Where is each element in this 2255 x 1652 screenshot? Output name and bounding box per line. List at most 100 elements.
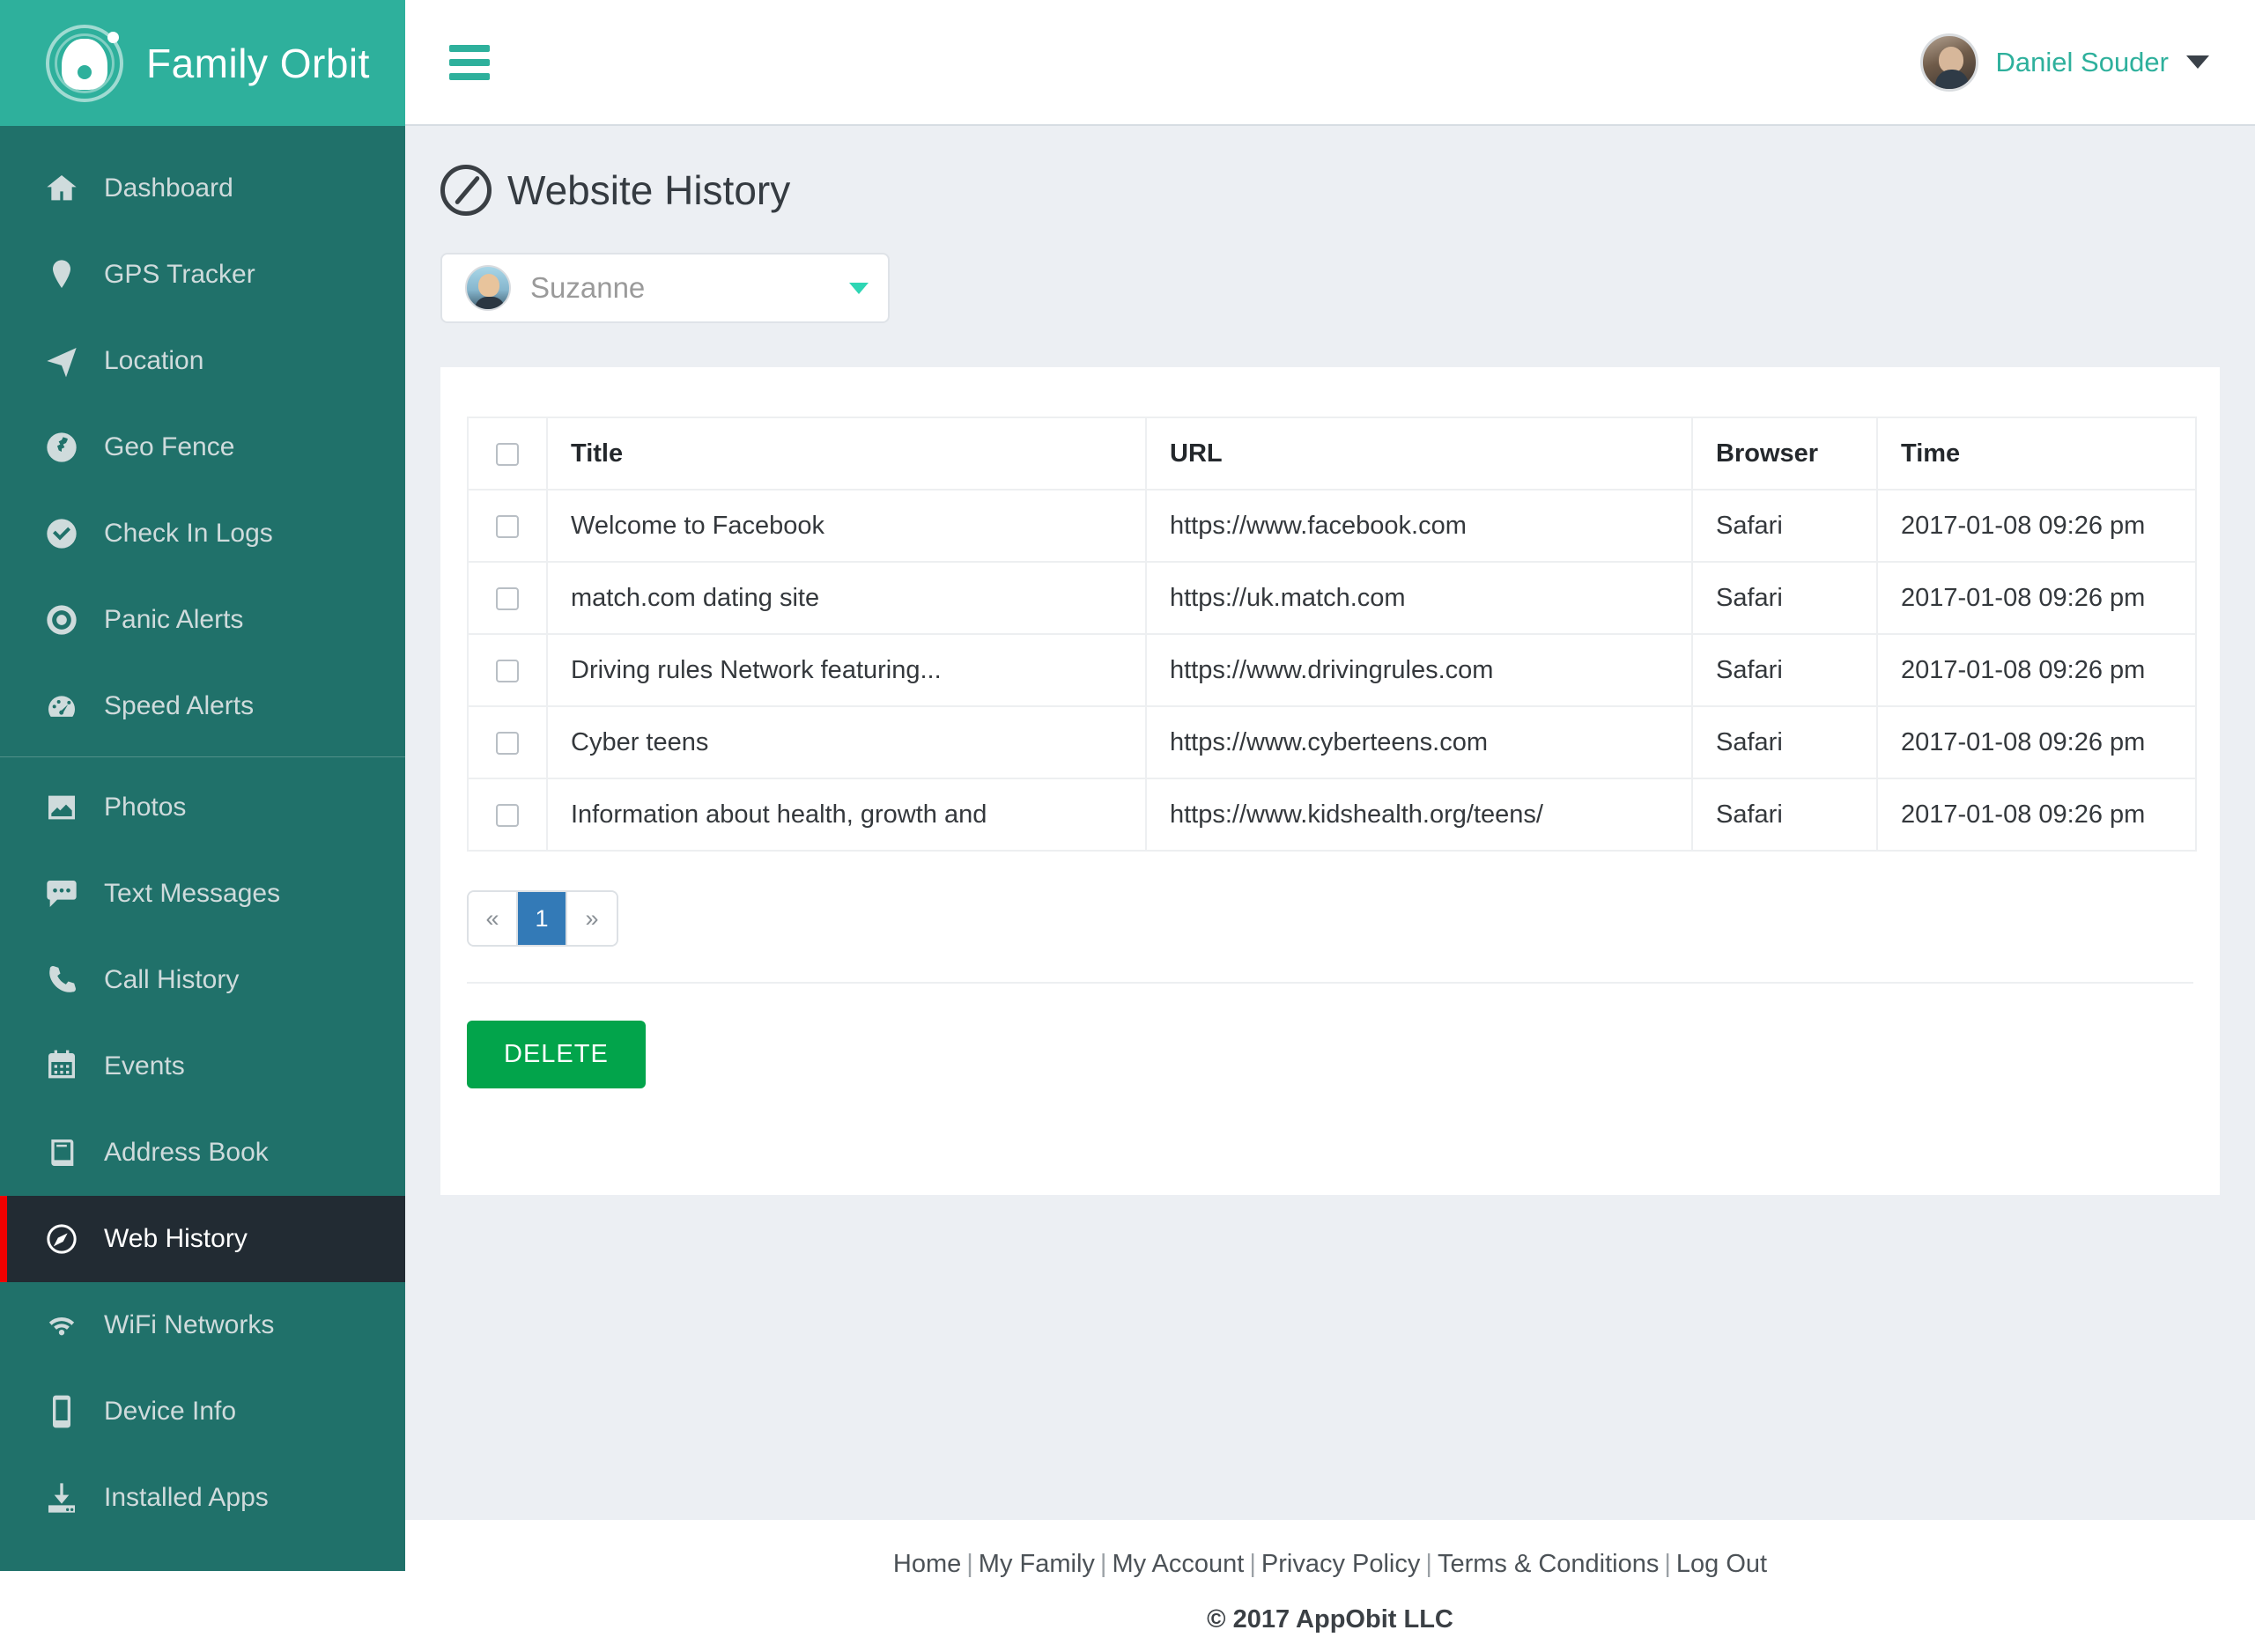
column-header-title[interactable]: Title xyxy=(546,417,1147,490)
wifi-icon xyxy=(42,1308,81,1343)
calendar-icon xyxy=(42,1049,81,1084)
row-checkbox-cell[interactable] xyxy=(467,633,548,707)
sidebar-item-label: Dashboard xyxy=(104,173,233,203)
sidebar-item-label: Events xyxy=(104,1051,185,1080)
footer-link-privacy-policy[interactable]: Privacy Policy xyxy=(1261,1550,1421,1578)
checkbox-unchecked-icon[interactable] xyxy=(496,803,519,827)
pagination-prev[interactable]: « xyxy=(469,892,518,945)
sidebar-item-location[interactable]: Location xyxy=(0,318,405,404)
sidebar-item-installed-apps[interactable]: Installed Apps xyxy=(0,1455,405,1541)
sidebar-item-label: Address Book xyxy=(104,1138,269,1167)
sidebar-item-gps-tracker[interactable]: GPS Tracker xyxy=(0,232,405,318)
hamburger-menu-icon[interactable] xyxy=(449,38,490,87)
sidebar-item-label: Speed Alerts xyxy=(104,691,255,720)
page-title: Website History xyxy=(507,167,791,213)
sidebar-item-panic-alerts[interactable]: Panic Alerts xyxy=(0,577,405,663)
select-all-header[interactable] xyxy=(467,417,548,490)
cell-browser: Safari xyxy=(1691,705,1878,779)
life-ring-icon xyxy=(42,602,81,638)
cell-browser: Safari xyxy=(1691,489,1878,563)
sidebar-item-label: Device Info xyxy=(104,1397,237,1426)
sidebar-item-call-history[interactable]: Call History xyxy=(0,937,405,1023)
cell-time: 2017-01-08 09:26 pm xyxy=(1876,778,2197,852)
sidebar-footer-spacer xyxy=(0,1571,405,1652)
checkbox-unchecked-icon[interactable] xyxy=(496,514,519,538)
child-selector-dropdown[interactable]: Suzanne xyxy=(440,253,890,323)
sidebar-item-label: Location xyxy=(104,346,204,375)
sidebar-item-wifi-networks[interactable]: WiFi Networks xyxy=(0,1282,405,1368)
card-divider xyxy=(467,982,2193,984)
page-footer: Home | My Family | My Account | Privacy Policy… xyxy=(405,1520,2255,1652)
footer-link-my-account[interactable]: My Account xyxy=(1112,1550,1244,1578)
sidebar-item-check-in-logs[interactable]: Check In Logs xyxy=(0,490,405,577)
user-name-label: Daniel Souder xyxy=(1995,46,2169,77)
phone-icon xyxy=(42,962,81,998)
table-row[interactable]: Driving rules Network featuring... https:… xyxy=(467,633,2197,707)
top-bar: Daniel Souder xyxy=(405,0,2255,126)
cell-time: 2017-01-08 09:26 pm xyxy=(1876,705,2197,779)
sidebar-item-speed-alerts[interactable]: Speed Alerts xyxy=(0,663,405,749)
child-avatar-icon xyxy=(465,265,511,311)
paper-plane-icon xyxy=(42,343,81,379)
sidebar-item-device-info[interactable]: Device Info xyxy=(0,1368,405,1455)
sidebar-item-label: Check In Logs xyxy=(104,519,273,548)
cell-url: https://www.kidshealth.org/teens/ xyxy=(1145,778,1693,852)
footer-separator: | xyxy=(1664,1550,1671,1578)
check-circle-icon xyxy=(42,516,81,551)
user-menu[interactable]: Daniel Souder xyxy=(1919,33,2209,92)
pagination-next[interactable]: » xyxy=(567,892,617,945)
compass-icon xyxy=(42,1221,81,1257)
brand-name: Family Orbit xyxy=(146,40,370,86)
footer-link-terms-conditions[interactable]: Terms & Conditions xyxy=(1438,1550,1659,1578)
download-icon xyxy=(42,1480,81,1516)
sidebar-item-label: Installed Apps xyxy=(104,1483,269,1512)
sidebar-item-events[interactable]: Events xyxy=(0,1023,405,1110)
sidebar-item-address-book[interactable]: Address Book xyxy=(0,1110,405,1196)
footer-link-home[interactable]: Home xyxy=(893,1550,961,1578)
checkbox-unchecked-icon[interactable] xyxy=(496,731,519,755)
brand-header[interactable]: Family Orbit xyxy=(0,0,405,126)
row-checkbox-cell[interactable] xyxy=(467,561,548,635)
table-row[interactable]: Welcome to Facebook https://www.facebook.… xyxy=(467,489,2197,563)
sidebar-item-label: Text Messages xyxy=(104,879,281,908)
cell-browser: Safari xyxy=(1691,778,1878,852)
row-checkbox-cell[interactable] xyxy=(467,489,548,563)
sidebar-item-photos[interactable]: Photos xyxy=(0,764,405,851)
sidebar-item-dashboard[interactable]: Dashboard xyxy=(0,145,405,232)
sidebar-item-geo-fence[interactable]: Geo Fence xyxy=(0,404,405,490)
footer-link-my-family[interactable]: My Family xyxy=(979,1550,1095,1578)
row-checkbox-cell[interactable] xyxy=(467,705,548,779)
cell-url: https://www.facebook.com xyxy=(1145,489,1693,563)
user-avatar-icon xyxy=(1919,33,1978,92)
table-row[interactable]: match.com dating site https://uk.match.co… xyxy=(467,561,2197,635)
sidebar-item-text-messages[interactable]: Text Messages xyxy=(0,851,405,937)
chevron-down-icon[interactable] xyxy=(2186,55,2209,69)
checkbox-unchecked-icon[interactable] xyxy=(496,442,519,466)
pagination-page-1[interactable]: 1 xyxy=(518,892,567,945)
footer-link-log-out[interactable]: Log Out xyxy=(1676,1550,1767,1578)
row-checkbox-cell[interactable] xyxy=(467,778,548,852)
app-root: Family Orbit Dashboard GPS Tracker Locatio… xyxy=(0,0,2255,1652)
cell-title: Driving rules Network featuring... xyxy=(546,633,1147,707)
sidebar-item-label: Geo Fence xyxy=(104,432,235,461)
table-row[interactable]: Information about health, growth and http… xyxy=(467,778,2197,852)
sidebar-divider xyxy=(0,756,405,757)
column-header-time[interactable]: Time xyxy=(1876,417,2197,490)
mobile-icon xyxy=(42,1394,81,1429)
comment-icon xyxy=(42,876,81,911)
cell-browser: Safari xyxy=(1691,633,1878,707)
delete-button[interactable]: DELETE xyxy=(467,1021,646,1088)
caret-down-icon[interactable] xyxy=(849,282,869,294)
table-row[interactable]: Cyber teens https://www.cyberteens.com Saf… xyxy=(467,705,2197,779)
footer-separator: | xyxy=(1249,1550,1256,1578)
column-header-url[interactable]: URL xyxy=(1145,417,1693,490)
cell-time: 2017-01-08 09:26 pm xyxy=(1876,633,2197,707)
column-header-browser[interactable]: Browser xyxy=(1691,417,1878,490)
checkbox-unchecked-icon[interactable] xyxy=(496,586,519,610)
checkbox-unchecked-icon[interactable] xyxy=(496,659,519,682)
photo-icon xyxy=(42,790,81,825)
cell-url: https://www.drivingrules.com xyxy=(1145,633,1693,707)
family-orbit-logo-icon xyxy=(42,21,127,106)
sidebar-item-label: Web History xyxy=(104,1224,248,1253)
sidebar-item-web-history[interactable]: Web History xyxy=(0,1196,405,1282)
